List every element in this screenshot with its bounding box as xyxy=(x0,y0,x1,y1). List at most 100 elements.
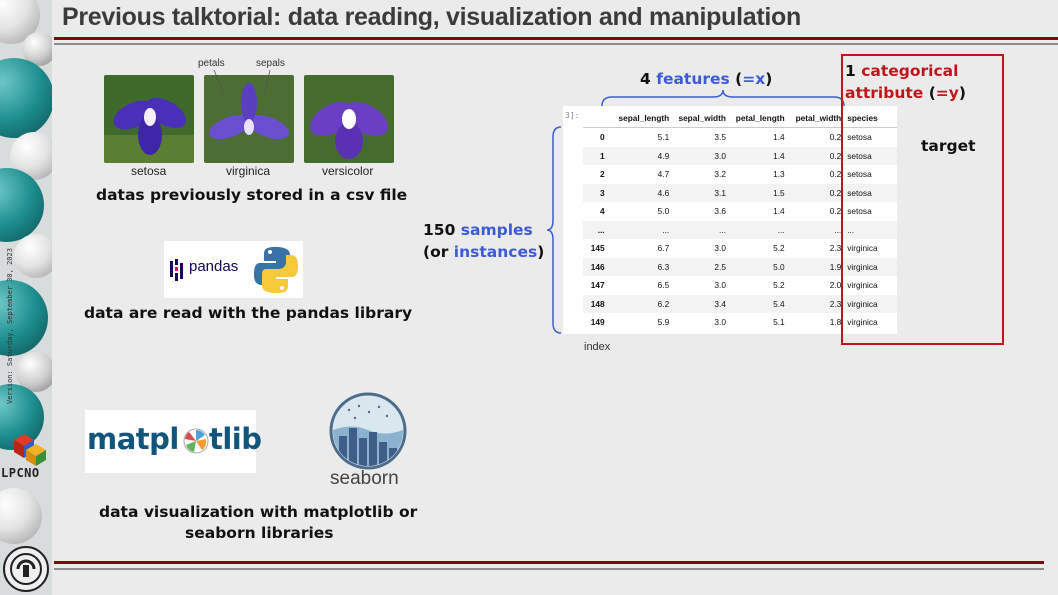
table-cell: 1.4 xyxy=(728,146,788,165)
row-index: 2 xyxy=(599,169,605,180)
row-index: 0 xyxy=(599,132,605,143)
features-count: 4 xyxy=(640,70,651,88)
table-cell: 1.4 xyxy=(773,132,785,143)
paren-close: ) xyxy=(765,70,773,88)
table-cell: ... xyxy=(672,220,729,239)
attribute-word: attribute xyxy=(845,84,924,102)
cell-prompt: 3]: xyxy=(565,111,580,120)
col-header: petal_length xyxy=(728,109,788,128)
table-cell: 3.6 xyxy=(714,206,726,217)
table-cell: 2.3 xyxy=(787,294,845,313)
index-header xyxy=(583,109,611,128)
pandas-logo: pandas xyxy=(164,241,303,298)
table-cell: 4.6 xyxy=(610,183,673,202)
instances-open: (or xyxy=(423,243,449,261)
col-header: sepal_length xyxy=(610,109,673,128)
table-cell: 0.2 xyxy=(787,146,845,165)
pandas-wordmark: pandas xyxy=(189,258,239,275)
matplotlib-o-icon xyxy=(183,428,209,454)
seaborn-wordmark: seaborn xyxy=(330,468,399,489)
row-index: 146 xyxy=(583,257,611,276)
setosa-image xyxy=(104,75,194,163)
university-seal-icon xyxy=(3,546,49,592)
row-index: 147 xyxy=(590,280,605,291)
table-cell: 2.3 xyxy=(829,243,842,254)
row-index: 148 xyxy=(583,294,611,313)
table-cell: 6.2 xyxy=(610,294,673,313)
col-header: sepal_width xyxy=(672,109,729,128)
cat-word: categorical xyxy=(861,62,959,80)
caption-setosa: setosa xyxy=(131,164,167,178)
seaborn-logo-icon xyxy=(329,392,407,470)
table-cell: 3.4 xyxy=(672,294,729,313)
table-cell: ... xyxy=(610,220,673,239)
footer-line-red xyxy=(54,561,1044,564)
matplotlib-logo: matpl tlib xyxy=(85,410,262,473)
caption-versicolor: versicolor xyxy=(322,164,374,178)
matplotlib-wordmark-right: tlib xyxy=(209,422,262,456)
row-index: 149 xyxy=(590,317,605,328)
table-cell: 2.5 xyxy=(672,257,729,276)
table-cell: 0.2 xyxy=(787,183,845,202)
samples-count: 150 xyxy=(423,221,456,239)
table-cell: 5.0 xyxy=(657,206,670,217)
table-cell: 0.2 xyxy=(829,206,842,217)
row-index: 1 xyxy=(583,146,611,165)
table-cell: 4.9 xyxy=(610,146,673,165)
title-underline-gray xyxy=(54,43,1058,45)
table-cell: 6.3 xyxy=(610,257,673,276)
features-eq: =x xyxy=(742,70,766,88)
table-cell: 3.2 xyxy=(714,169,726,180)
index-label: index xyxy=(584,341,611,353)
samples-annotation: 150 samples (or instances) xyxy=(423,219,544,263)
table-cell: 5.9 xyxy=(657,317,670,328)
table-cell: 3.0 xyxy=(714,317,726,328)
version-text: Version: Saturday, September 30, 2023 xyxy=(6,248,14,404)
slide-title: Previous talktorial: data reading, visua… xyxy=(62,3,801,31)
pandas-text: data are read with the pandas library xyxy=(84,304,413,322)
table-cell: 3.0 xyxy=(714,280,726,291)
table-cell: 1.4 xyxy=(773,206,785,217)
table-cell: 3.1 xyxy=(672,183,729,202)
table-cell: ... xyxy=(728,220,788,239)
table-cell: 5.2 xyxy=(773,280,785,291)
matplotlib-wordmark-left: matpl xyxy=(87,422,179,456)
table-cell: 3.0 xyxy=(714,243,726,254)
table-cell: 5.1 xyxy=(773,317,785,328)
table-cell: 1.3 xyxy=(773,169,785,180)
versicolor-image xyxy=(304,75,394,163)
features-word: features xyxy=(656,70,730,88)
pointer-lines xyxy=(213,69,271,97)
caption-virginica: virginica xyxy=(226,164,271,178)
row-index: ... xyxy=(583,220,611,239)
viz-text-line2: seaborn libraries xyxy=(185,524,334,542)
footer-line-gray xyxy=(54,568,1044,570)
table-cell: 5.1 xyxy=(657,132,670,143)
table-cell: 1.8 xyxy=(829,317,842,328)
table-cell: 0.2 xyxy=(829,132,842,143)
target-label: target xyxy=(921,137,976,155)
categorical-annotation: 1 categorical attribute (=y) xyxy=(845,60,966,104)
attr-open: ( xyxy=(928,84,936,102)
samples-word: samples xyxy=(460,221,533,239)
atom-sphere xyxy=(0,488,42,544)
pandas-bars-icon xyxy=(170,259,183,281)
title-underline-red xyxy=(54,37,1058,40)
attr-eq: =y xyxy=(935,84,959,102)
python-logo-icon xyxy=(254,247,298,293)
col-header: petal_width xyxy=(787,109,845,128)
atom-sphere xyxy=(0,58,52,138)
row-index: 4 xyxy=(599,206,605,217)
table-cell: 3.0 xyxy=(672,146,729,165)
instances-word: instances xyxy=(453,243,538,261)
lpcno-logo-text: LPCNO xyxy=(1,466,40,480)
row-index: 145 xyxy=(590,243,605,254)
attr-close: ) xyxy=(958,84,966,102)
features-annotation: 4 features (=x) xyxy=(640,68,772,90)
viz-text-line1: data visualization with matplotlib or xyxy=(99,503,418,521)
samples-brace xyxy=(546,126,562,334)
table-cell: 6.5 xyxy=(657,280,670,291)
sidebar-molecule: Version: Saturday, September 30, 2023 LP… xyxy=(0,0,52,595)
atom-sphere xyxy=(14,234,52,278)
table-cell: 5.2 xyxy=(773,243,785,254)
